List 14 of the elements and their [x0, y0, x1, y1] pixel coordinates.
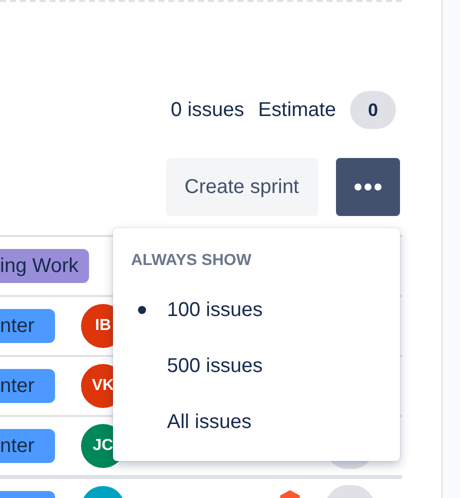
epic-lozenge: ing Work	[0, 249, 89, 283]
menu-heading: ALWAYS SHOW	[131, 252, 252, 271]
more-button[interactable]	[336, 158, 400, 216]
more-icon	[354, 183, 382, 191]
issue-count: 0 issues	[170, 98, 244, 122]
menu-item[interactable]: 100 issues	[167, 298, 263, 322]
estimate-badge: 0	[350, 91, 396, 129]
estimate-label: Estimate	[258, 98, 336, 122]
create-sprint-button[interactable]: Create sprint	[166, 158, 318, 216]
epic-lozenge: nter	[0, 369, 55, 403]
menu-item[interactable]: All issues	[167, 410, 252, 434]
menu-item[interactable]: 500 issues	[167, 354, 263, 378]
epic-lozenge: nter	[0, 309, 55, 343]
epic-lozenge: nter	[0, 429, 55, 463]
